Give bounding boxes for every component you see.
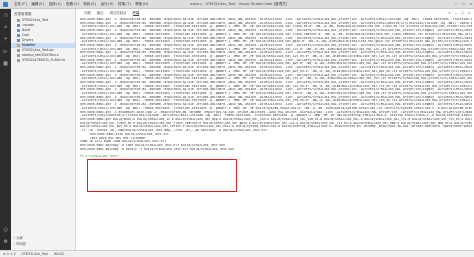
workspace-status[interactable]: STM32L4xx_Test — [22, 252, 48, 256]
tab-debug-console[interactable]: 调试控制台 — [110, 10, 127, 15]
file-icon — [17, 53, 20, 57]
file-icon — [17, 43, 20, 47]
menu-edit[interactable]: 编辑(E) — [31, 0, 44, 8]
search-icon[interactable]: ⌕ — [3, 25, 9, 31]
folder-icon — [17, 28, 20, 32]
menu-file[interactable]: 文件(F) — [14, 0, 27, 8]
platform-status[interactable]: Win32 — [54, 252, 64, 256]
file-tree-item-label: STM32L4xx_Test — [22, 18, 49, 22]
files-icon[interactable]: ❐ — [3, 13, 9, 19]
extensions-icon[interactable]: ▦ — [3, 61, 9, 67]
file-icon — [17, 18, 20, 22]
close-panel-icon[interactable]: ✕ — [468, 10, 470, 15]
file-tree-item-label: startup_stm32l476xx.s — [22, 53, 59, 57]
file-tree-item-label: STM32L476RGTx_FLASH.ld — [22, 58, 65, 62]
window-title: main.c - STM32L4xx_Test - Visual Studio … — [190, 2, 288, 6]
minimize-icon[interactable]: — — [455, 0, 457, 8]
file-icon — [17, 48, 20, 52]
status-bar: ⊗ 0 ⚠ 0 STM32L4xx_Test Win32 — [0, 250, 474, 257]
source-control-icon[interactable]: ⑂ — [3, 37, 9, 43]
file-tree-item-label: Core — [22, 33, 30, 37]
file-tree: STM32L4xx_Test .vscode Build Core Drivers Mak… — [11, 18, 75, 63]
file-tree-item-label: STM32L4xx_Test.ioc — [22, 48, 54, 52]
file-tree-item[interactable]: STM32L476RGTx_FLASH.ld — [11, 58, 75, 63]
menu-help[interactable]: 帮助(H) — [135, 0, 148, 8]
maximize-icon[interactable]: ❐ — [462, 0, 464, 8]
panel-tab-bar: 问题 输出 调试控制台 终端 — [76, 9, 474, 16]
vscode-logo-icon — [3, 1, 8, 7]
menu-selection[interactable]: 选择(S) — [49, 0, 62, 8]
outline-section[interactable]: › 大纲 — [11, 235, 78, 240]
folder-icon — [17, 23, 20, 27]
menu-terminal[interactable]: 终端(T) — [118, 0, 131, 8]
panel-actions: + ⌄ ▢ ✕ — [448, 9, 470, 16]
file-icon — [17, 58, 20, 62]
maximize-panel-icon[interactable]: ▢ — [461, 10, 463, 15]
tab-terminal[interactable]: 终端 — [132, 10, 140, 16]
timeline-section[interactable]: › 时间线 — [11, 241, 78, 246]
settings-gear-icon[interactable]: ⚙ — [3, 239, 9, 245]
folder-icon — [17, 38, 20, 42]
close-window-icon[interactable]: ✕ — [470, 0, 472, 8]
menu-run[interactable]: 运行(R) — [101, 0, 114, 8]
title-bar: 文件(F) 编辑(E) 选择(S) 查看(V) 转到(G) 运行(R) 终端(T… — [0, 0, 474, 9]
file-tree-item-label: Makefile — [22, 43, 36, 47]
file-tree-item-label: Drivers — [22, 38, 34, 42]
activity-bar: ❐ ⌕ ⑂ ▷ ▦ ◯ ⚙ — [0, 9, 11, 250]
file-tree-item-label: .vscode — [22, 23, 35, 27]
account-icon[interactable]: ◯ — [3, 227, 9, 233]
file-tree-item-label: Build — [22, 28, 31, 32]
explorer-sidebar: 资源管理器 STM32L4xx_Test .vscode Build Core Driv… — [11, 9, 76, 250]
tab-output[interactable]: 输出 — [97, 10, 104, 15]
explorer-header: 资源管理器 — [14, 12, 32, 16]
run-debug-icon[interactable]: ▷ — [3, 49, 9, 55]
terminal-prompt: PS E:\STM32L4xx_Test> — [80, 155, 119, 158]
window-controls: — ❐ ✕ — [455, 0, 472, 8]
terminal-output[interactable]: arm-none-eabi-gcc -c -mcpu=cortex-m4 -mt… — [80, 18, 472, 248]
folder-icon — [17, 33, 20, 37]
menu-view[interactable]: 查看(V) — [66, 0, 79, 8]
terminal-dropdown-icon[interactable]: ⌄ — [455, 10, 457, 15]
problems-status[interactable]: ⊗ 0 ⚠ 0 — [3, 252, 16, 256]
menu-bar: 文件(F) 编辑(E) 选择(S) 查看(V) 转到(G) 运行(R) 终端(T… — [14, 0, 149, 8]
menu-go[interactable]: 转到(G) — [83, 0, 96, 8]
new-terminal-icon[interactable]: + — [448, 10, 450, 15]
tab-problems[interactable]: 问题 — [84, 10, 91, 15]
